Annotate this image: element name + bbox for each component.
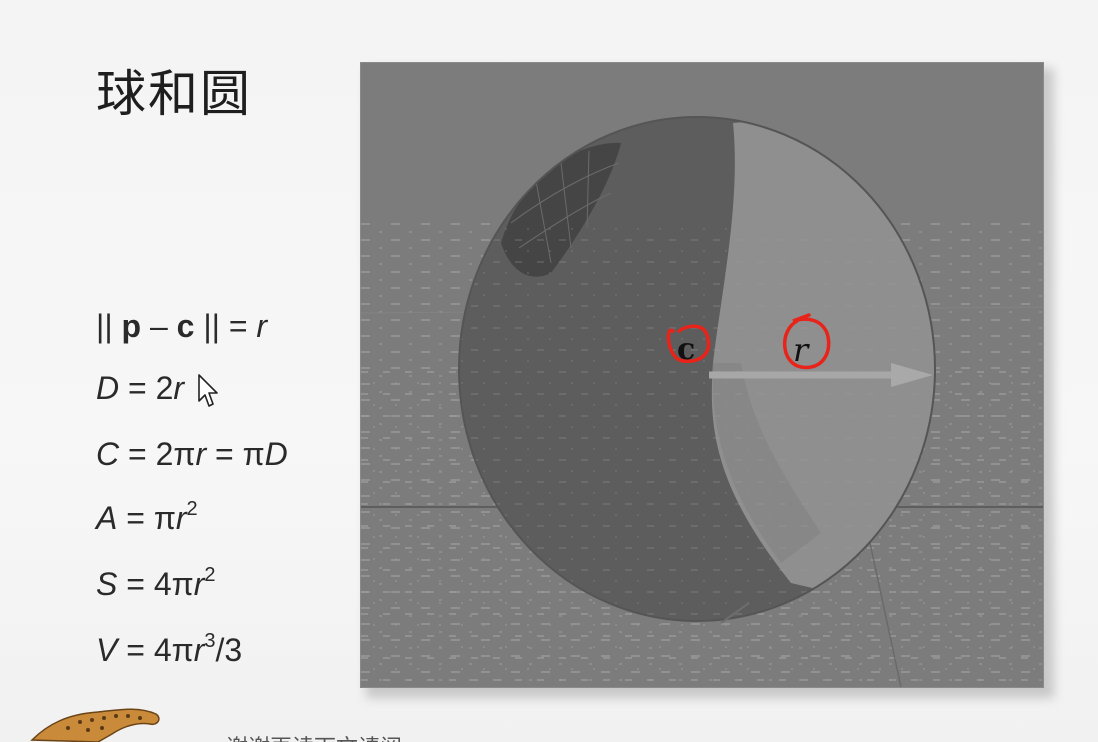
var-r: r — [175, 500, 187, 536]
var-A: A — [96, 500, 118, 536]
var-D: D — [96, 370, 120, 406]
formula-area: A = πr2 — [96, 498, 198, 537]
norm-close: || = — [194, 308, 257, 344]
exponent: 2 — [186, 498, 198, 520]
var-C: C — [96, 436, 120, 472]
sphere-render: c r — [361, 116, 1043, 687]
var-r: r — [256, 308, 268, 344]
cheetah-logo-icon — [28, 704, 168, 742]
formula-surface-area: S = 4πr2 — [96, 564, 216, 603]
formula-sphere-definition: || p – c || = r — [96, 308, 267, 345]
mouse-cursor-icon — [197, 373, 219, 414]
minus: – — [141, 308, 177, 344]
formula-rhs: = 2 — [119, 370, 174, 406]
sphere-figure: c r — [360, 62, 1044, 688]
formula-diameter: D = 2r — [96, 370, 184, 407]
var-p: p — [121, 308, 142, 344]
formula-volume: V = 4πr3/3 — [96, 630, 243, 669]
formula-rhs: = π — [117, 500, 176, 536]
var-r: r — [173, 370, 185, 406]
norm-open: || — [96, 308, 122, 344]
formula-rhs: = 2π — [119, 436, 196, 472]
footer-text: 谢谢再读下文请阅 — [226, 730, 402, 742]
var-S: S — [96, 566, 118, 602]
exponent: 2 — [204, 564, 216, 586]
exponent: 3 — [204, 630, 216, 652]
slide: 球和圆 || p – c || = r D = 2r C = 2πr = πD … — [0, 0, 1098, 742]
formula-rhs: = 4π — [117, 566, 194, 602]
formula-tail: /3 — [215, 632, 243, 668]
slide-title: 球和圆 — [96, 65, 252, 123]
var-V: V — [96, 632, 118, 668]
var-c: c — [176, 308, 195, 344]
var-r: r — [193, 632, 205, 668]
var-r: r — [195, 436, 207, 472]
var-D: D — [264, 436, 288, 472]
formula-circumference: C = 2πr = πD — [96, 436, 288, 473]
var-r: r — [193, 566, 205, 602]
formula-tail: = π — [206, 436, 265, 472]
formula-rhs: = 4π — [117, 632, 194, 668]
